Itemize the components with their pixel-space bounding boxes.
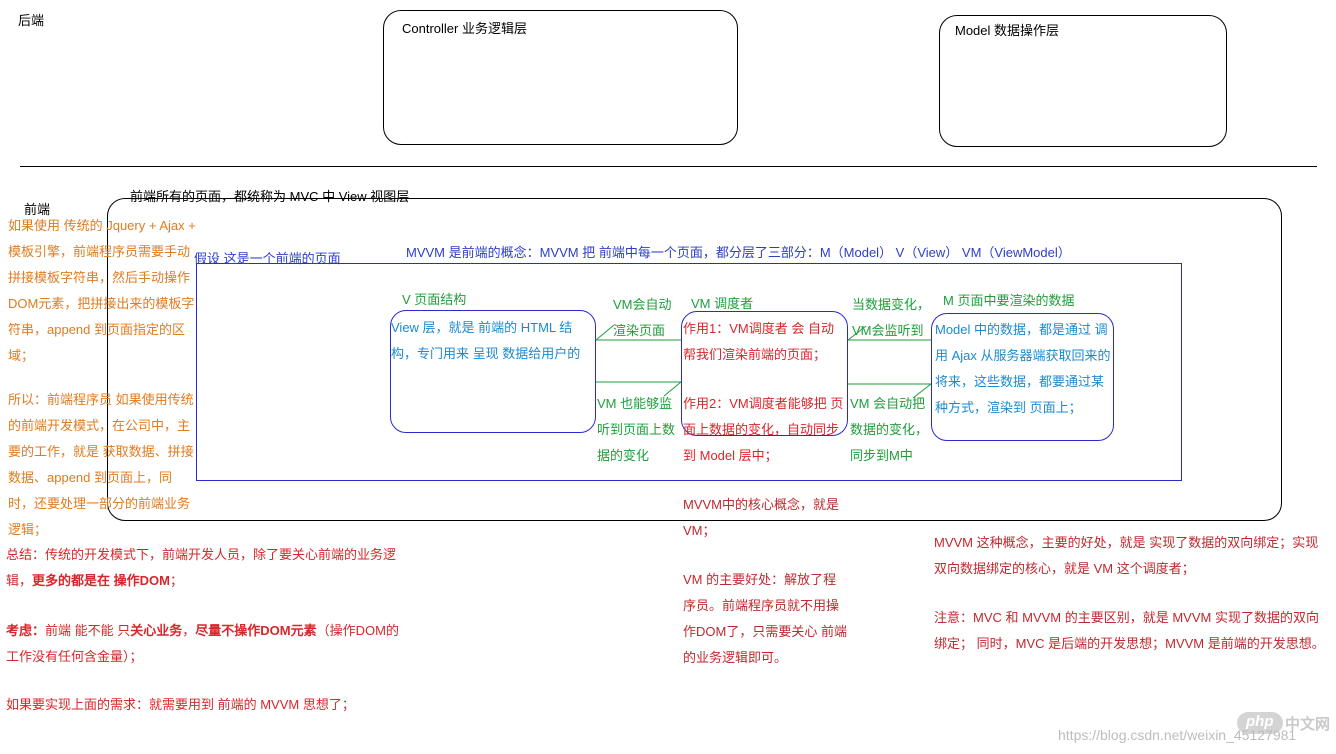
summary-1c: ； bbox=[169, 573, 183, 588]
summary-2c: 关心业务 bbox=[130, 623, 183, 638]
vm-listen-label: VM 也能够监听到页面上数据的变化 bbox=[597, 396, 676, 463]
data-change-label: 当数据变化，VM会监听到 bbox=[852, 297, 931, 338]
middle-note-2: VM 的主要好处：解放了程序员。前端程序员就不用操作DOM了，只需要关心 前端的… bbox=[683, 572, 847, 665]
summary-3: 如果要实现上面的需求：就需要用到 前端的 MVVM 思想了； bbox=[6, 697, 355, 712]
summary-2a: 考虑： bbox=[6, 623, 46, 638]
summary-2e: 尽量不操作DOM元素 bbox=[195, 623, 317, 638]
summary-1: 总结：传统的开发模式下，前端开发人员，除了要关心前端的业务逻辑，更多的都是在 操… bbox=[6, 542, 402, 594]
summary-2: 考虑：前端 能不能 只关心业务，尽量不操作DOM元素（操作DOM的工作没有任何含… bbox=[6, 618, 402, 670]
right-note-1: MVVM 这种概念，主要的好处，就是 实现了数据的双向绑定；实现双向数据绑定的核… bbox=[934, 535, 1319, 576]
v-vm-top-diag bbox=[595, 324, 615, 341]
right-note-2: 注意：MVC 和 MVVM 的主要区别，就是 MVVM 实现了数据的双向绑定； … bbox=[934, 610, 1325, 651]
vm-sync-label: VM 会自动把数据的变化，同步到M中 bbox=[850, 396, 929, 463]
left-note-2: 所以：前端程序员 如果使用传统的前端开发模式，在公司中，主要的工作，就是 获取数… bbox=[8, 392, 194, 537]
watermark-url: https://blog.csdn.net/weixin_45127981 bbox=[1058, 727, 1297, 743]
left-note-1: 如果使用 传统的 Jquery + Ajax + 模板引擎，前端程序员需要手动拼… bbox=[8, 218, 196, 363]
summary-2b: 前端 能不能 只 bbox=[45, 623, 131, 638]
vm-render-label: VM会自动渲染页面 bbox=[613, 297, 672, 338]
middle-note-1: MVVM中的核心概念，就是 VM； bbox=[683, 497, 840, 538]
summary-2d: ， bbox=[182, 623, 196, 638]
summary-1b: 更多的都是在 操作DOM bbox=[32, 573, 170, 588]
